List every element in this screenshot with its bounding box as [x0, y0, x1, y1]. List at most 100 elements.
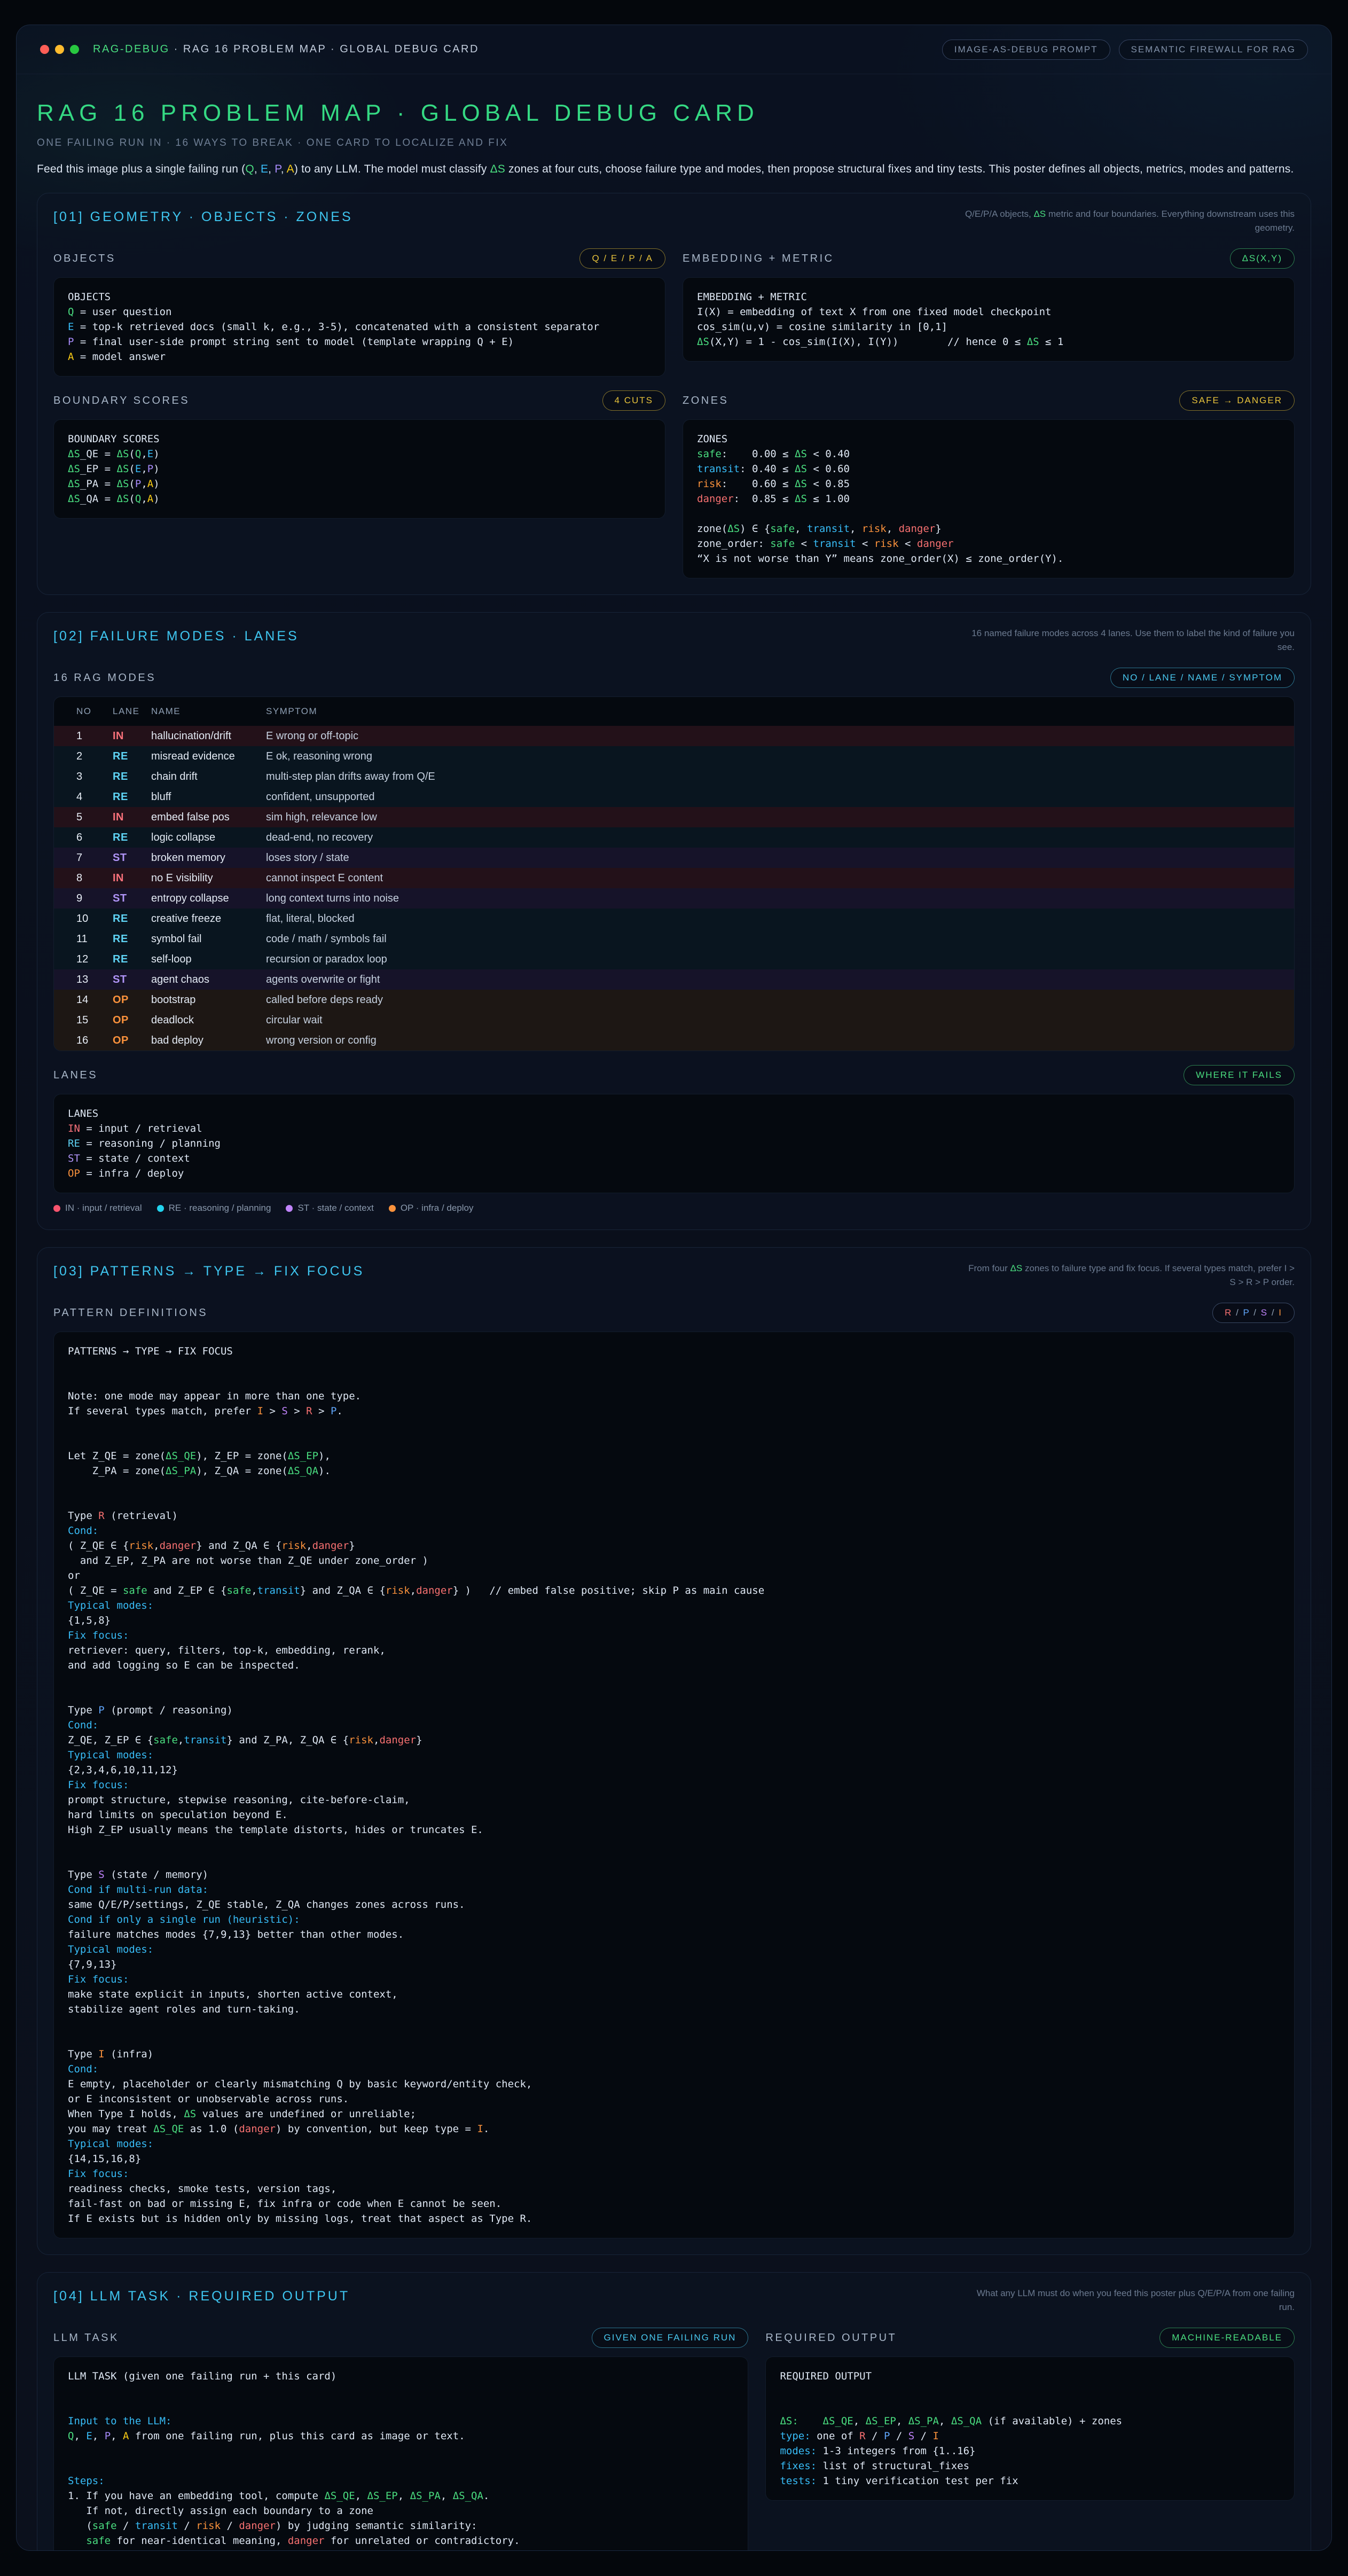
code-line: Fix focus: — [68, 1778, 1280, 1792]
mode-row: 5INembed false possim high, relevance lo… — [54, 807, 1294, 827]
lane-dot-icon — [53, 1205, 60, 1212]
debug-card-window: RAG-DEBUG · RAG 16 PROBLEM MAP · GLOBAL … — [16, 25, 1332, 2551]
mode-name: agent chaos — [151, 974, 266, 986]
code-line: If not, directly assign each boundary to… — [68, 2503, 734, 2518]
minimize-window-icon — [55, 45, 64, 54]
objects-code: OBJECTSQ = user questionE = top-k retrie… — [53, 277, 665, 377]
code-line: Type R (retrieval) — [68, 1508, 1280, 1523]
mode-name: broken memory — [151, 852, 266, 864]
embedding-badge: ΔS(X,Y) — [1230, 248, 1295, 269]
code-line: Type S (state / memory) — [68, 1867, 1280, 1882]
code-line: ST = state / context — [68, 1151, 1280, 1166]
code-line: same Q/E/P/settings, Z_QE stable, Z_QA c… — [68, 1897, 1280, 1912]
mode-name: bluff — [151, 791, 266, 803]
mode-name: bad deploy — [151, 1035, 266, 1047]
code-line: Cond if multi-run data: — [68, 1882, 1280, 1897]
code-line — [68, 2458, 734, 2473]
code-line: stabilize agent roles and turn-taking. — [68, 2002, 1280, 2017]
mode-symptom: dead-end, no recovery — [266, 832, 1294, 844]
code-line: you may treat ΔS_QE as 1.0 (danger) by c… — [68, 2121, 1280, 2136]
section-geometry: [01] GEOMETRY · OBJECTS · ZONES Q/E/P/A … — [37, 193, 1311, 595]
lanes-panel: LANES WHERE IT FAILS LANESIN = input / r… — [53, 1065, 1295, 1213]
code-line: {14,15,16,8} — [68, 2151, 1280, 2166]
mode-symptom: multi-step plan drifts away from Q/E — [266, 771, 1294, 783]
mode-name: embed false pos — [151, 811, 266, 824]
code-line: Note: one mode may appear in more than o… — [68, 1389, 1280, 1404]
code-line: Let Z_QE = zone(ΔS_QE), Z_EP = zone(ΔS_E… — [68, 1448, 1280, 1463]
mode-lane: ST — [113, 852, 151, 864]
code-line — [780, 2399, 1280, 2414]
code-line — [68, 2032, 1280, 2047]
mode-symptom: cannot inspect E content — [266, 872, 1294, 884]
mode-lane: IN — [113, 811, 151, 824]
mode-no: 9 — [76, 892, 113, 905]
lane-legend-item: ST · state / context — [286, 1203, 373, 1213]
boundary-scores-label: BOUNDARY SCORES — [53, 395, 190, 407]
code-line — [68, 2399, 734, 2414]
code-line: When Type I holds, ΔS values are undefin… — [68, 2107, 1280, 2121]
code-line: BOUNDARY SCORES — [68, 432, 651, 447]
mode-row: 11REsymbol failcode / math / symbols fai… — [54, 929, 1294, 949]
code-line: LANES — [68, 1106, 1280, 1121]
modes-table-header: NO LANE NAME SYMPTOM — [54, 697, 1294, 726]
llm-task-panel: LLM TASK GIVEN ONE FAILING RUN LLM TASK … — [53, 2328, 748, 2551]
code-line: risk: 0.60 ≤ ΔS < 0.85 — [697, 476, 1280, 491]
boundary-scores-badge: 4 CUTS — [602, 390, 665, 411]
lane-legend-label: OP · infra / deploy — [401, 1203, 474, 1213]
lane-legend-item: RE · reasoning / planning — [157, 1203, 271, 1213]
code-line: modes: 1-3 integers from {1..16} — [780, 2444, 1280, 2458]
code-line: OBJECTS — [68, 289, 651, 304]
code-line: Cond: — [68, 1718, 1280, 1733]
embedding-panel: EMBEDDING + METRIC ΔS(X,Y) EMBEDDING + M… — [683, 248, 1295, 362]
code-line: {1,5,8} — [68, 1613, 1280, 1628]
code-line — [68, 1688, 1280, 1703]
mode-symptom: wrong version or config — [266, 1035, 1294, 1047]
code-line — [68, 1837, 1280, 1852]
mode-no: 6 — [76, 832, 113, 844]
code-line: EMBEDDING + METRIC — [697, 289, 1280, 304]
page-title: RAG 16 PROBLEM MAP · GLOBAL DEBUG CARD — [37, 100, 1311, 127]
mode-symptom: code / math / symbols fail — [266, 933, 1294, 945]
code-line: Fix focus: — [68, 1972, 1280, 1987]
code-line: Z_QE, Z_EP ∈ {safe,transit} and Z_PA, Z_… — [68, 1733, 1280, 1748]
close-window-icon — [40, 45, 49, 54]
lane-dot-icon — [286, 1205, 293, 1212]
code-line — [68, 1478, 1280, 1493]
mode-symptom: sim high, relevance low — [266, 811, 1294, 824]
embedding-code: EMBEDDING + METRICI(X) = embedding of te… — [683, 277, 1295, 362]
required-output-badge: MACHINE-READABLE — [1159, 2328, 1295, 2348]
pattern-definitions-code: PATTERNS → TYPE → FIX FOCUS Note: one mo… — [53, 1332, 1295, 2238]
lanes-label: LANES — [53, 1069, 98, 1082]
traffic-lights — [40, 45, 79, 54]
embedding-label: EMBEDDING + METRIC — [683, 253, 834, 265]
code-line: ΔS_QE = ΔS(Q,E) — [68, 447, 651, 461]
badge-image-as-debug-prompt: IMAGE-AS-DEBUG PROMPT — [942, 40, 1110, 60]
code-line: ΔS_EP = ΔS(E,P) — [68, 461, 651, 476]
code-line: safe: 0.00 ≤ ΔS < 0.40 — [697, 447, 1280, 461]
mode-lane: RE — [113, 750, 151, 763]
code-line: 2. Compute Z_QE, Z_EP, Z_PA, Z_QA using … — [68, 2548, 734, 2551]
mode-symptom: long context turns into noise — [266, 892, 1294, 905]
code-line: If E exists but is hidden only by missin… — [68, 2211, 1280, 2226]
zones-code: ZONESsafe: 0.00 ≤ ΔS < 0.40transit: 0.40… — [683, 419, 1295, 578]
objects-label: OBJECTS — [53, 253, 116, 265]
mode-name: no E visibility — [151, 872, 266, 884]
required-output-label: REQUIRED OUTPUT — [765, 2332, 897, 2344]
code-line: Z_PA = zone(ΔS_PA), Z_QA = zone(ΔS_QA). — [68, 1463, 1280, 1478]
code-line: Input to the LLM: — [68, 2414, 734, 2429]
objects-panel: OBJECTS Q / E / P / A OBJECTSQ = user qu… — [53, 248, 665, 377]
mode-row: 4REbluffconfident, unsupported — [54, 787, 1294, 807]
code-line: ZONES — [697, 432, 1280, 447]
modes-table: NO LANE NAME SYMPTOM 1INhallucination/dr… — [53, 696, 1295, 1051]
code-line: LLM TASK (given one failing run + this c… — [68, 2369, 734, 2384]
code-line: tests: 1 tiny verification test per fix — [780, 2473, 1280, 2488]
lane-dot-icon — [389, 1205, 396, 1212]
mode-no: 1 — [76, 730, 113, 742]
mode-name: misread evidence — [151, 750, 266, 763]
code-line: Cond: — [68, 2062, 1280, 2077]
mode-symptom: E wrong or off-topic — [266, 730, 1294, 742]
section-patterns-title: [03] PATTERNS → TYPE → FIX FOCUS — [53, 1262, 364, 1279]
mode-no: 15 — [76, 1014, 113, 1027]
mode-symptom: confident, unsupported — [266, 791, 1294, 803]
lanes-legend: IN · input / retrievalRE · reasoning / p… — [53, 1203, 1295, 1213]
